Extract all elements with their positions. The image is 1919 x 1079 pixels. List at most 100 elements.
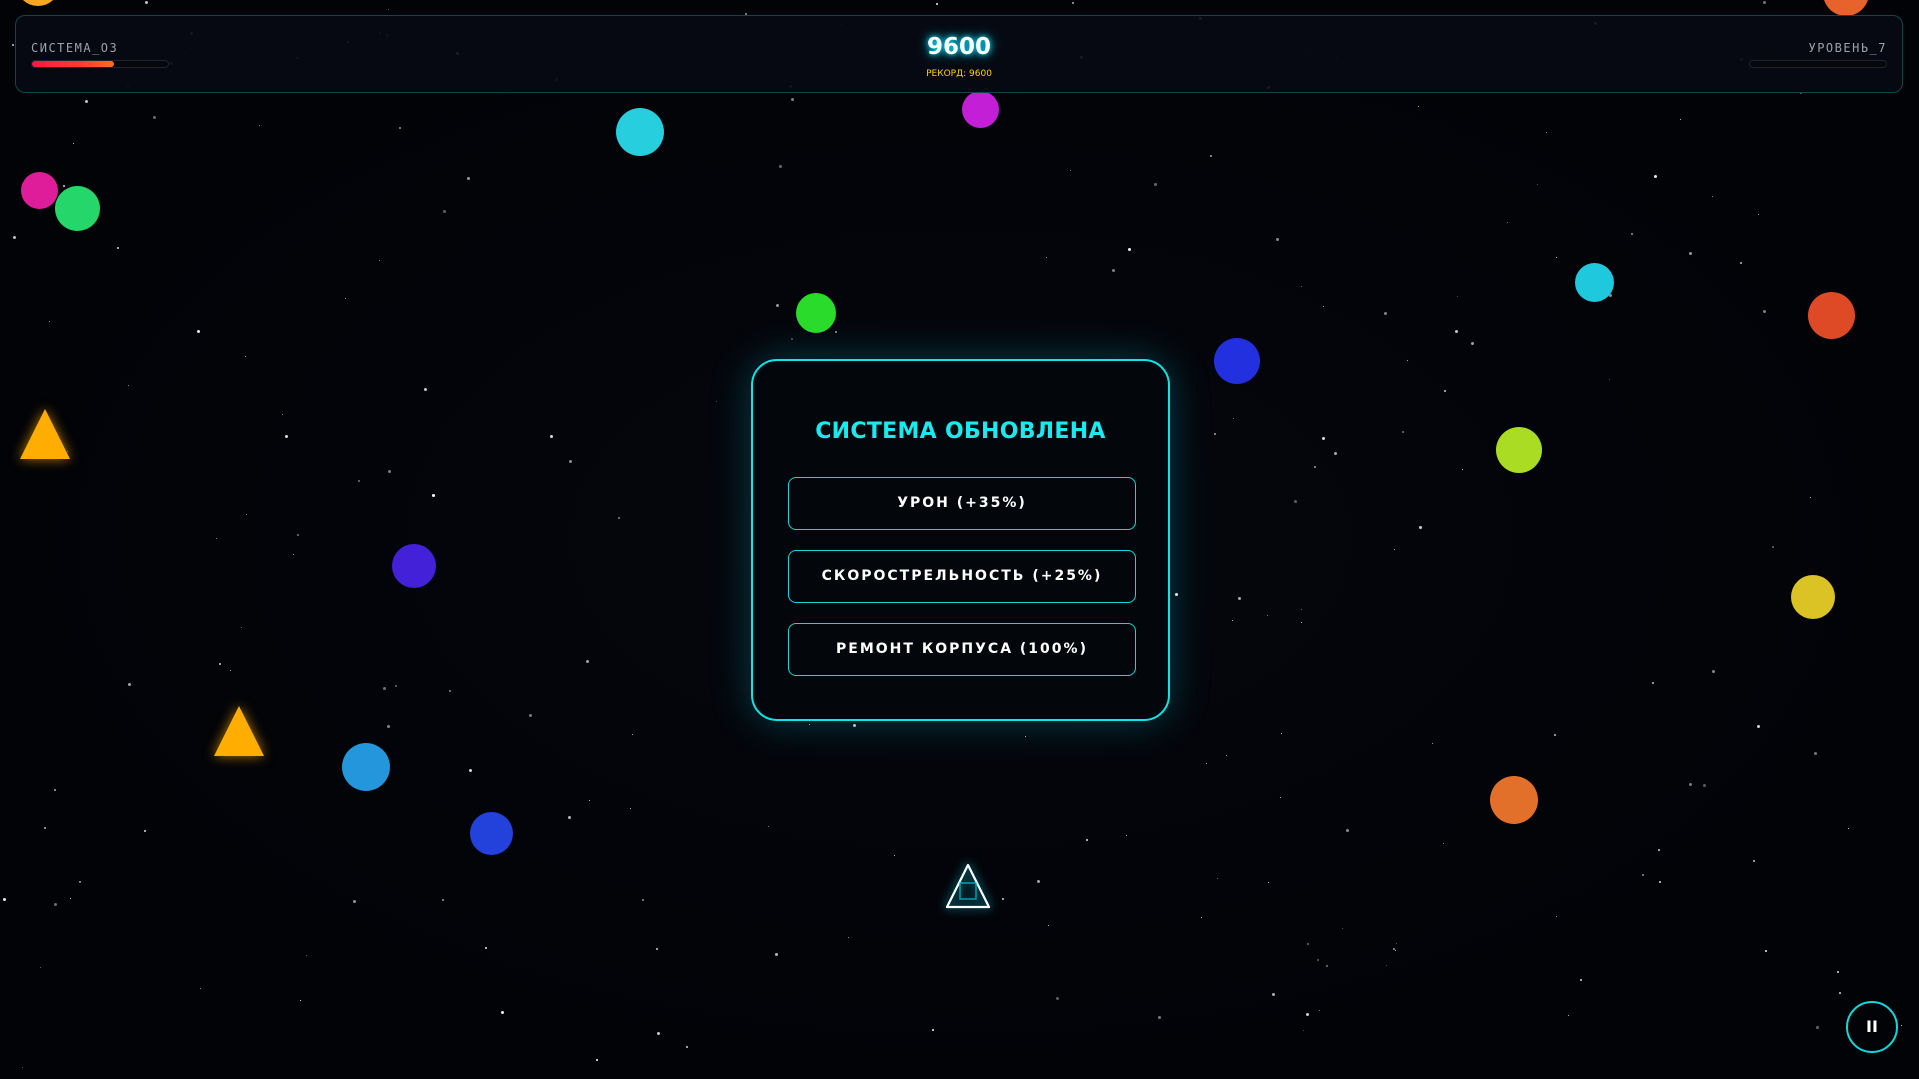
star bbox=[230, 670, 231, 671]
star bbox=[73, 143, 74, 144]
star bbox=[388, 470, 391, 473]
repair-hull-button[interactable]: РЕМОНТ КОРПУСА (100%) bbox=[788, 623, 1136, 676]
star bbox=[1046, 257, 1047, 258]
star bbox=[1680, 119, 1681, 120]
star bbox=[1334, 452, 1337, 455]
star bbox=[1507, 222, 1508, 223]
star bbox=[1281, 733, 1282, 734]
star bbox=[1471, 342, 1474, 345]
enemy-orb bbox=[1823, 0, 1869, 16]
star bbox=[399, 127, 401, 129]
star bbox=[1319, 1010, 1320, 1011]
star bbox=[40, 967, 41, 968]
star bbox=[200, 988, 201, 989]
star bbox=[1272, 993, 1275, 996]
star bbox=[85, 100, 88, 103]
star bbox=[1758, 214, 1759, 215]
star bbox=[1407, 360, 1408, 361]
star bbox=[1301, 622, 1302, 623]
enemy-orb bbox=[16, 0, 60, 6]
star bbox=[1037, 880, 1040, 883]
star bbox=[443, 210, 446, 213]
star bbox=[1556, 916, 1557, 917]
star bbox=[1214, 433, 1216, 435]
star bbox=[3, 898, 6, 901]
star bbox=[1276, 238, 1279, 241]
star bbox=[1384, 312, 1387, 315]
star bbox=[848, 937, 849, 938]
star bbox=[306, 955, 307, 956]
star bbox=[1631, 233, 1633, 235]
enemy-orb bbox=[470, 812, 513, 855]
star bbox=[285, 435, 288, 438]
star bbox=[1763, 310, 1766, 313]
star bbox=[13, 236, 16, 239]
enemy-orb bbox=[1791, 575, 1835, 619]
star bbox=[1457, 296, 1458, 297]
upgrade-dialog: СИСТЕМА ОБНОВЛЕНА УРОН (+35%) СКОРОСТРЕЛ… bbox=[751, 359, 1170, 721]
star bbox=[49, 321, 50, 322]
star bbox=[1301, 609, 1302, 610]
star bbox=[568, 816, 571, 819]
star bbox=[586, 660, 589, 663]
star bbox=[12, 44, 14, 46]
record-score: РЕКОРД: 9600 bbox=[926, 69, 992, 79]
star bbox=[1609, 379, 1610, 380]
star bbox=[297, 534, 299, 536]
enemy-orb bbox=[616, 108, 664, 156]
upgrade-damage-button[interactable]: УРОН (+35%) bbox=[788, 477, 1136, 530]
star bbox=[1443, 843, 1444, 844]
hud-bar: СИСТЕМА_ОЗ 9600 РЕКОРД: 9600 УРОВЕНЬ_7 bbox=[15, 15, 1903, 93]
enemy-orb bbox=[1490, 776, 1538, 824]
star bbox=[1810, 497, 1811, 498]
star bbox=[1175, 593, 1178, 596]
upgrade-firerate-button[interactable]: СКОРОСТРЕЛЬНОСТЬ (+25%) bbox=[788, 550, 1136, 603]
star bbox=[1814, 752, 1817, 755]
star bbox=[716, 401, 717, 402]
star bbox=[379, 260, 380, 261]
enemy-triangle bbox=[20, 409, 70, 459]
star bbox=[1210, 155, 1212, 157]
star bbox=[353, 900, 356, 903]
star bbox=[1206, 763, 1207, 764]
star bbox=[936, 3, 938, 5]
star bbox=[529, 714, 532, 717]
star bbox=[630, 808, 631, 809]
star bbox=[128, 683, 131, 686]
star bbox=[1462, 469, 1463, 470]
player-ship-icon bbox=[945, 863, 991, 909]
star bbox=[1556, 257, 1557, 258]
enemy-orb bbox=[1808, 292, 1855, 339]
pause-button[interactable]: II bbox=[1846, 1001, 1898, 1053]
star bbox=[1763, 1, 1766, 4]
star bbox=[245, 356, 246, 357]
star bbox=[1226, 755, 1227, 756]
star bbox=[144, 830, 146, 832]
star bbox=[1294, 500, 1297, 503]
star bbox=[153, 116, 156, 119]
star bbox=[1301, 286, 1302, 287]
star bbox=[388, 9, 389, 10]
star bbox=[1154, 183, 1157, 186]
star bbox=[1816, 1026, 1819, 1029]
star bbox=[1280, 797, 1281, 798]
star bbox=[1322, 437, 1325, 440]
star bbox=[1568, 1015, 1569, 1016]
star bbox=[776, 304, 779, 307]
star bbox=[432, 494, 435, 497]
star bbox=[1346, 829, 1349, 832]
star bbox=[449, 690, 451, 692]
star bbox=[383, 687, 386, 690]
star bbox=[1233, 418, 1234, 419]
star bbox=[1072, 2, 1074, 4]
star bbox=[894, 855, 895, 856]
star bbox=[358, 480, 360, 482]
star bbox=[293, 554, 294, 555]
star bbox=[145, 1, 148, 4]
pause-icon: II bbox=[1866, 1017, 1878, 1036]
star bbox=[395, 685, 397, 687]
star bbox=[1901, 1025, 1902, 1026]
game-canvas[interactable]: СИСТЕМА_ОЗ 9600 РЕКОРД: 9600 УРОВЕНЬ_7 С… bbox=[0, 0, 1919, 1079]
level-progress-bar bbox=[1749, 60, 1887, 68]
enemy-orb bbox=[1575, 263, 1614, 302]
